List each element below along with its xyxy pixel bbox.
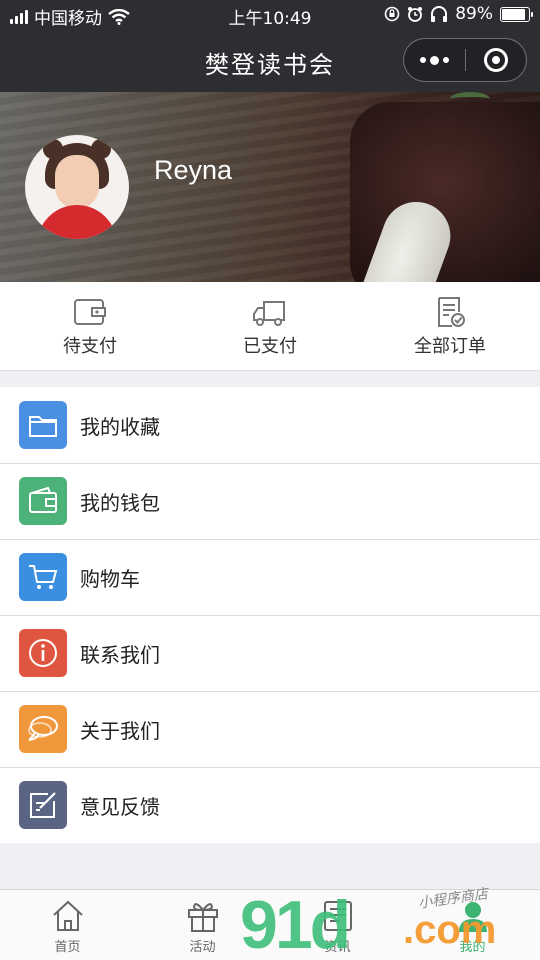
menu-item-label: 联系我们 (80, 642, 160, 667)
navigation-bar: 樊登读书会 (0, 30, 540, 92)
menu-item-label: 我的收藏 (80, 414, 160, 439)
menu-item-label: 购物车 (80, 566, 140, 591)
profile-banner: Reyna (0, 92, 540, 282)
delivery-truck-icon (253, 301, 285, 326)
more-dots-icon[interactable] (404, 39, 465, 81)
menu-icon-box (19, 705, 67, 753)
menu-item-cart[interactable]: 购物车 (0, 539, 540, 615)
menu-icon-box (19, 629, 67, 677)
menu-item-feedback[interactable]: 意见反馈 (0, 767, 540, 843)
tab-label: 我的 (459, 940, 486, 955)
alarm-icon (408, 7, 423, 22)
status-right: 89% (384, 4, 533, 24)
pendant-cord-image (450, 92, 490, 106)
menu-item-label: 关于我们 (80, 718, 160, 743)
order-pending-payment[interactable]: 待支付 (0, 282, 180, 370)
tab-home[interactable]: 首页 (0, 890, 135, 960)
wallet-icon (29, 486, 57, 513)
battery-percent: 89% (455, 4, 493, 24)
order-label: 全部订单 (414, 336, 486, 357)
menu-item-label: 意见反馈 (80, 794, 160, 819)
menu-item-label: 我的钱包 (80, 490, 160, 515)
mini-program-capsule (403, 38, 527, 82)
menu-item-about[interactable]: 关于我们 (0, 691, 540, 767)
order-label: 待支付 (63, 336, 117, 357)
tab-news[interactable]: 资讯 (270, 890, 405, 960)
home-icon (52, 900, 83, 931)
order-list-icon (438, 297, 465, 327)
menu-icon-box (19, 553, 67, 601)
tab-activities[interactable]: 活动 (135, 890, 270, 960)
order-paid[interactable]: 已支付 (180, 282, 360, 370)
info-icon (29, 639, 57, 667)
folder-icon (29, 416, 57, 437)
order-all[interactable]: 全部订单 (360, 282, 540, 370)
username: Reyna (154, 155, 233, 185)
user-icon (458, 902, 487, 932)
headphones-icon (431, 6, 448, 22)
tab-mine[interactable]: 我的 (405, 890, 540, 960)
tab-label: 资讯 (324, 940, 351, 955)
gift-icon (187, 903, 218, 932)
shopping-cart-icon (29, 565, 58, 589)
status-bar: 中国移动 上午10:49 89% (0, 0, 540, 30)
avatar[interactable] (25, 135, 129, 239)
menu-icon-box (19, 401, 67, 449)
close-target-icon[interactable] (466, 39, 526, 81)
menu-icon-box (19, 477, 67, 525)
order-label: 已支付 (243, 336, 297, 357)
news-icon (323, 901, 352, 931)
menu-list: 我的收藏 我的钱包 购物车 联系我们 关于我们 意见反馈 (0, 387, 540, 843)
chat-bubble-icon (28, 716, 58, 741)
menu-item-wallet[interactable]: 我的钱包 (0, 463, 540, 539)
feedback-edit-icon (30, 792, 56, 818)
order-panel: 待支付 已支付 全部订单 (0, 282, 540, 371)
tab-label: 活动 (189, 940, 216, 955)
orientation-lock-icon (384, 6, 400, 22)
wallet-icon (74, 299, 106, 325)
menu-item-contact[interactable]: 联系我们 (0, 615, 540, 691)
menu-icon-box (19, 781, 67, 829)
menu-item-favorites[interactable]: 我的收藏 (0, 387, 540, 463)
tab-bar: 首页 活动 资讯 我的 (0, 889, 540, 960)
battery-icon (500, 6, 533, 22)
tab-label: 首页 (54, 940, 81, 955)
